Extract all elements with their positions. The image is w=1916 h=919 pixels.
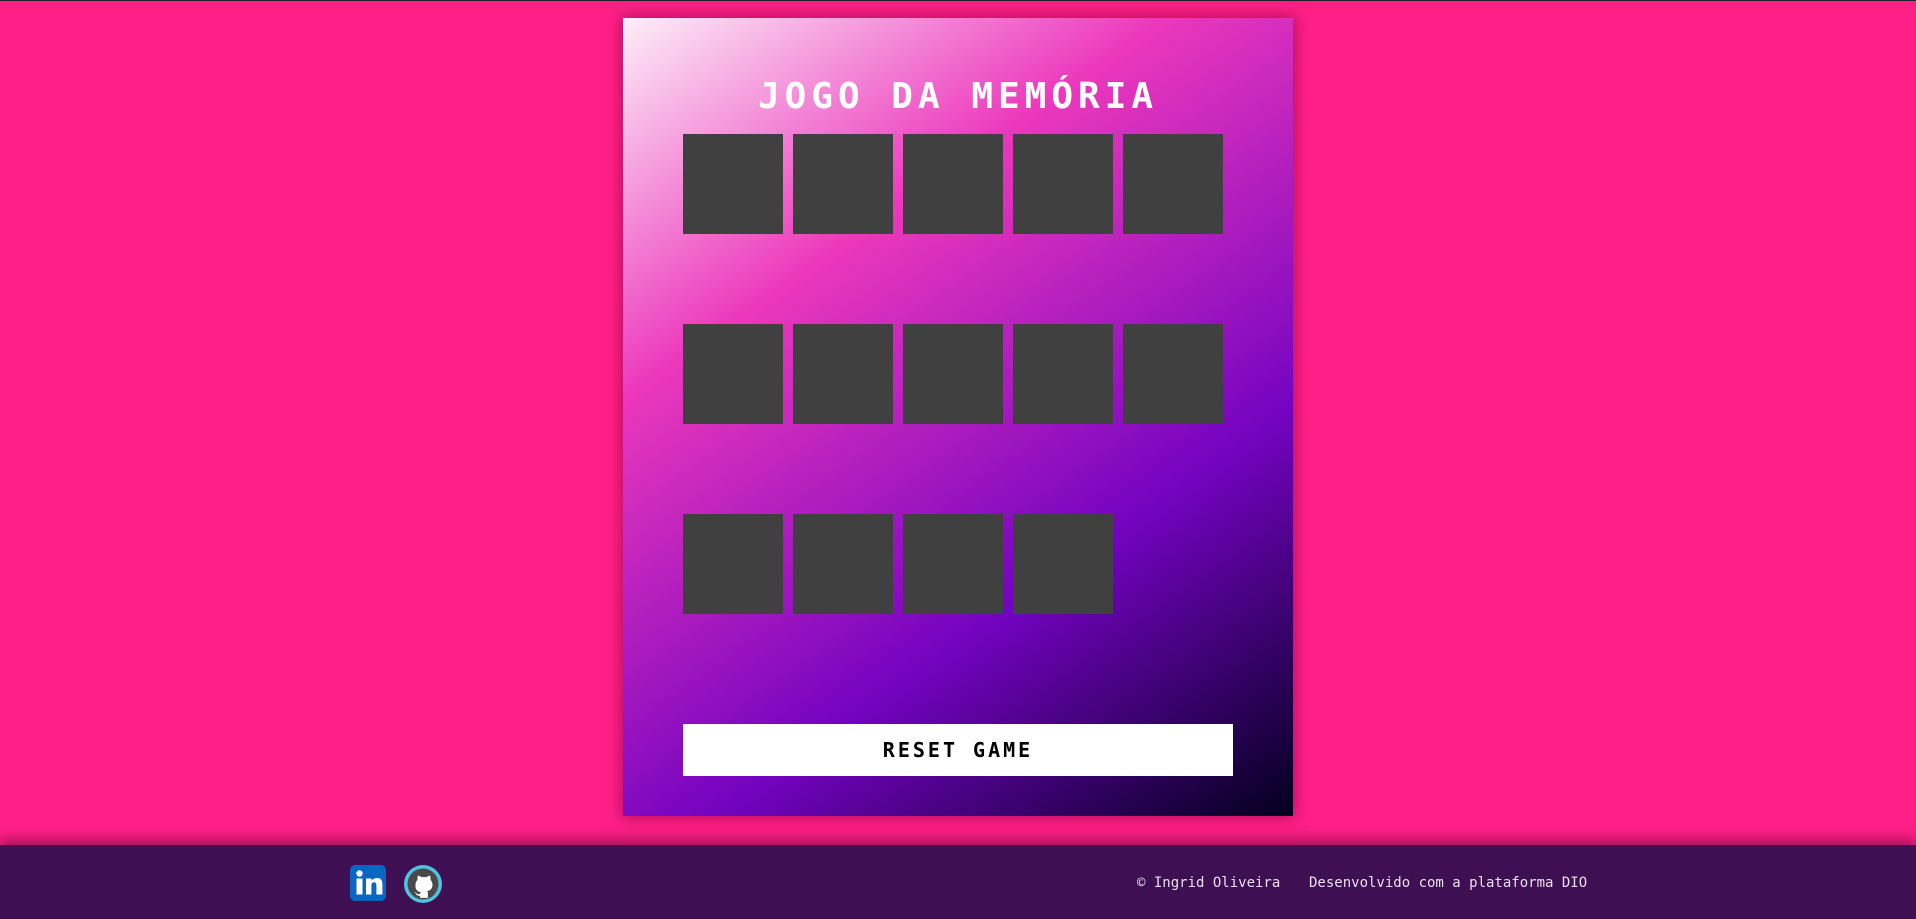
linkedin-icon: [350, 865, 386, 901]
memory-card[interactable]: [1013, 514, 1113, 614]
card-board: [683, 134, 1243, 614]
memory-card[interactable]: [903, 324, 1003, 424]
memory-card[interactable]: [683, 514, 783, 614]
footer-platform-text: Desenvolvido com a plataforma DIO: [1309, 875, 1588, 891]
memory-card[interactable]: [683, 324, 783, 424]
footer-credit: © Ingrid Oliveira: [1137, 875, 1281, 891]
game-panel: JOGO DA MEMÓRIA RESET GAME: [623, 18, 1293, 816]
memory-card[interactable]: [903, 514, 1003, 614]
memory-card[interactable]: [1013, 134, 1113, 234]
reset-game-button[interactable]: RESET GAME: [683, 724, 1233, 776]
top-border: [0, 0, 1916, 1]
game-title: JOGO DA MEMÓRIA: [757, 76, 1159, 117]
github-icon: [404, 865, 442, 903]
memory-card[interactable]: [903, 134, 1003, 234]
memory-card[interactable]: [793, 134, 893, 234]
github-link[interactable]: [403, 864, 443, 904]
footer: © Ingrid Oliveira Desenvolvido com a pla…: [0, 845, 1916, 919]
memory-card[interactable]: [1013, 324, 1113, 424]
memory-card[interactable]: [1123, 134, 1223, 234]
memory-card[interactable]: [683, 134, 783, 234]
memory-card[interactable]: [1123, 324, 1223, 424]
memory-card[interactable]: [793, 324, 893, 424]
linkedin-link[interactable]: [350, 865, 386, 901]
memory-card[interactable]: [793, 514, 893, 614]
